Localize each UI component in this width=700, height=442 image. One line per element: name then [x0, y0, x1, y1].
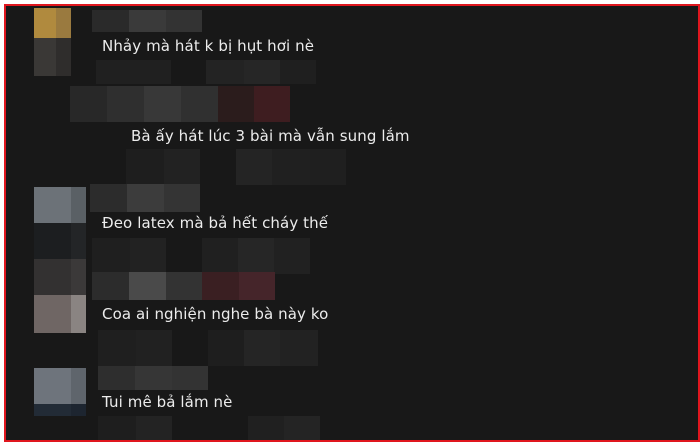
comment-text: Đeo latex mà bả hết cháy thế	[102, 214, 329, 232]
comment-text: Coa ai nghiện nghe bà này ko	[102, 305, 329, 323]
comment-text: Tui mê bả lắm nè	[102, 393, 233, 411]
comment-text: Bà ấy hát lúc 3 bài mà vẫn sung lắm	[131, 127, 410, 145]
comment-thread: Nhảy mà hát k bị hụt hơi nè Bà ấy hát lú…	[4, 4, 700, 442]
comment-text: Nhảy mà hát k bị hụt hơi nè	[102, 37, 315, 55]
screenshot-frame: Nhảy mà hát k bị hụt hơi nè Bà ấy hát lú…	[0, 0, 700, 442]
